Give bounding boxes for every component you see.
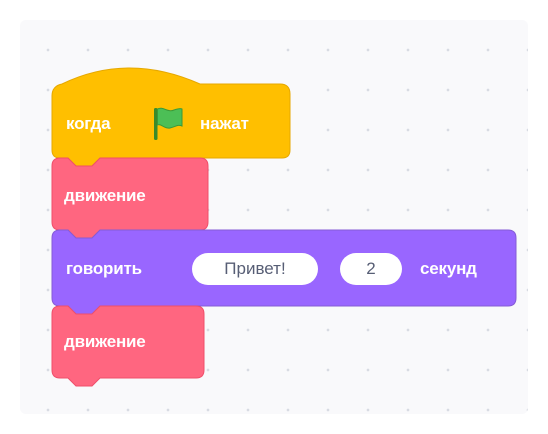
clicked-label: нажат [200,114,249,133]
green-flag-icon [154,107,183,140]
motion-label-1: движение [64,186,146,205]
motion-label-2: движение [64,332,146,351]
when-label: когда [66,114,111,133]
seconds-input[interactable]: 2 [340,253,402,285]
say-label: говорить [66,259,142,278]
message-input[interactable]: Привет! [192,253,318,285]
seconds-label: секунд [420,259,477,278]
block-script [51,67,517,387]
